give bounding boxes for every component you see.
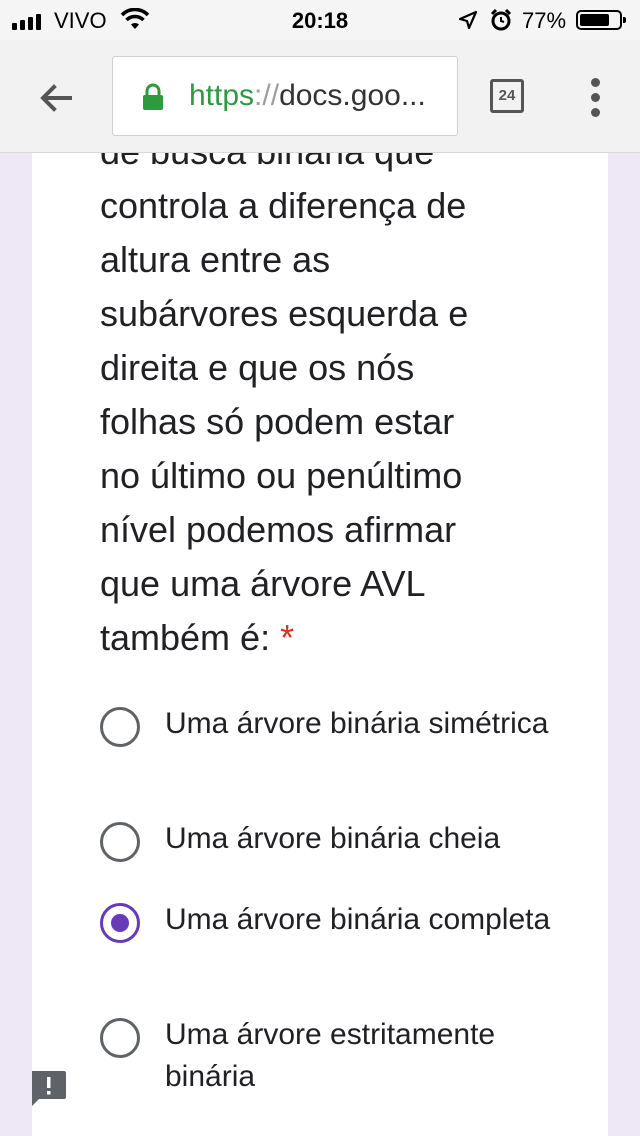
back-arrow-icon[interactable] [32, 74, 80, 122]
address-bar[interactable]: https://docs.goo... [112, 56, 458, 136]
question-line: controla a diferença de [100, 185, 467, 226]
radio-button[interactable] [100, 822, 140, 862]
url-host: docs.goo... [279, 79, 426, 112]
url-text: https://docs.goo... [189, 79, 451, 113]
option-label[interactable]: Uma árvore binária cheia [165, 818, 565, 860]
url-scheme: https [189, 79, 255, 112]
question-line: direita e que os nós [100, 347, 415, 388]
question-line: que uma árvore AVL [100, 563, 426, 604]
more-vert-icon[interactable] [585, 78, 607, 118]
question-line: subárvores esquerda e [100, 293, 469, 334]
question-line: nível podemos afirmar [100, 509, 457, 550]
question-line: no último ou penúltimo [100, 455, 463, 496]
battery-percent: 77% [522, 8, 567, 33]
radio-button[interactable] [100, 707, 140, 747]
option-label[interactable]: Uma árvore binária simétrica [165, 703, 565, 745]
option-label[interactable]: Uma árvore binária completa [165, 899, 565, 941]
question-line: folhas só podem estar [100, 401, 455, 442]
question-line: de busca binária que [100, 153, 434, 172]
alarm-icon [490, 9, 512, 31]
option-label[interactable]: Uma árvore estritamente binária [165, 1014, 565, 1098]
status-bar: VIVO 20:18 77% [0, 0, 640, 40]
tab-switcher-button[interactable]: 24 [490, 79, 524, 113]
radio-button[interactable] [100, 1018, 140, 1058]
location-arrow-icon [458, 10, 478, 30]
question-line: também é: [100, 617, 271, 658]
question-line: altura entre as [100, 239, 331, 280]
radio-button-checked[interactable] [100, 903, 140, 943]
browser-toolbar: https://docs.goo... 24 [0, 40, 640, 153]
battery-icon [576, 10, 626, 30]
lock-icon [143, 83, 163, 110]
form-card: de busca binária que controla a diferenç… [32, 153, 608, 1136]
required-asterisk: * [280, 617, 295, 658]
report-feedback-icon[interactable] [28, 1068, 68, 1108]
url-separator: :// [254, 79, 280, 112]
question-title: de busca binária que controla a diferenç… [100, 153, 540, 665]
battery-level-fill [580, 14, 609, 26]
